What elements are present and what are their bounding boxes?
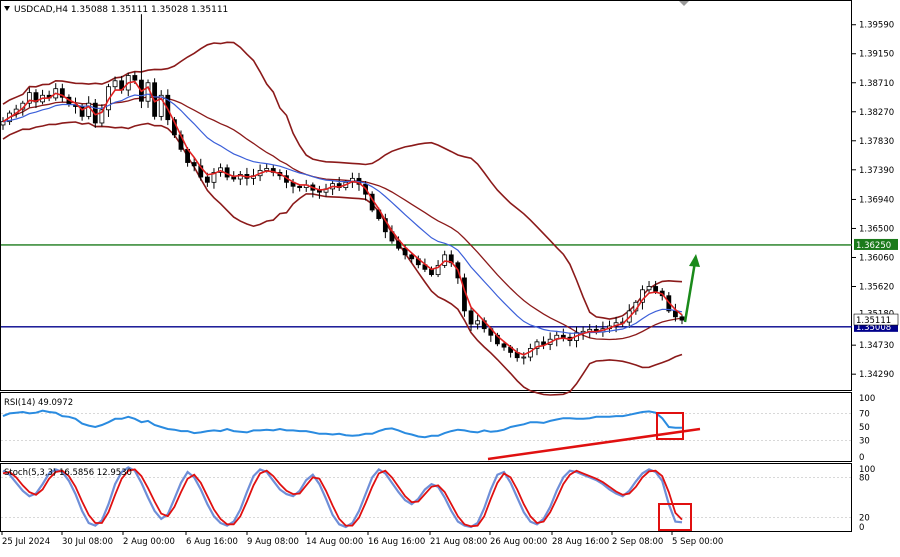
stoch-title: Stoch(5,3,3) 16.5856 12.9530 [4,468,132,478]
main-panel-frame [0,0,852,391]
price-tick-label: 1.37390 [859,166,894,176]
candle-body [468,310,474,325]
rsi-tick-label: 30 [859,437,870,447]
time-tick-label: 25 Jul 2024 [2,537,50,547]
price-tick-label: 1.39150 [859,50,894,60]
time-tick-label: 28 Aug 16:00 [552,537,609,547]
candle-body [231,176,237,180]
time-tick-label: 2 Sep 08:00 [612,537,663,547]
time-tick-label: 16 Aug 16:00 [368,537,425,547]
time-tick-label: 2 Aug 00:00 [123,537,175,547]
time-axis-ticks: 25 Jul 2024 30 Jul 08:00 2 Aug 00:00 6 Aug … [1,531,723,547]
rsi-tick-label: 70 [859,409,870,419]
time-tick-label: 30 Jul 08:00 [62,537,113,547]
price-tick-label: 1.38710 [859,79,894,89]
candle-body [679,316,685,321]
rsi-title: RSI(14) 49.0972 [4,398,73,408]
price-tick-label: 1.36060 [859,253,894,263]
stoch-tick-label: 0 [859,523,864,533]
level-label-0: 1.36250 [856,241,891,251]
candle-body [0,121,6,126]
stoch-tick-label: 80 [859,473,870,483]
candle-body [646,286,652,291]
price-tick-label: 1.34730 [859,341,894,351]
time-tick-label: 6 Aug 16:00 [186,537,238,547]
rsi-axis-ticks: 100 70 50 30 0 [859,394,875,463]
price-tick-label: 1.36500 [859,224,894,234]
candle-body [297,185,303,188]
time-tick-label: 21 Aug 08:00 [430,537,487,547]
rsi-panel-frame [0,392,852,462]
candle-body [132,75,138,81]
price-tick-label: 1.36940 [859,195,894,205]
candle-body [501,343,507,348]
trading-chart-svg[interactable]: 1.39590 1.39150 1.38710 1.38270 1.37830 1.373… [0,0,900,553]
price-tick-label: 1.39590 [859,21,894,31]
candle-body [409,254,415,260]
rsi-tick-label: 0 [859,453,864,463]
candle-body [673,310,678,318]
time-tick-label: 26 Aug 00:00 [490,537,547,547]
candle-body [560,334,566,338]
candle-body [521,356,527,359]
main-title-group: USDCAD,H4 1.35088 1.35111 1.35028 1.3511… [4,5,228,15]
time-tick-label: 9 Aug 08:00 [247,537,299,547]
stoch-axis-ticks: 10080200 [859,465,875,533]
candle-body [86,102,92,117]
candle-body [442,254,448,266]
rsi-tick-label: 50 [859,423,870,433]
candle-body [191,162,197,167]
price-tick-label: 1.38270 [859,108,894,118]
time-tick-label: 5 Sep 00:00 [672,537,723,547]
price-tick-label: 1.37830 [859,137,894,147]
rsi-tick-label: 100 [859,394,875,404]
candle-body [204,176,210,183]
candle-body [653,286,659,292]
candle-body [475,320,481,325]
price-tick-label: 1.34290 [859,370,894,380]
time-tick-label: 14 Aug 00:00 [306,537,363,547]
candle-body [112,80,118,88]
main-title: USDCAD,H4 1.35088 1.35111 1.35028 1.3511… [14,5,228,15]
chart-root: 1.39590 1.39150 1.38710 1.38270 1.37830 1.373… [0,0,900,553]
price-tick-label: 1.35620 [859,282,894,292]
price-marker-label: 1.35111 [856,316,891,326]
